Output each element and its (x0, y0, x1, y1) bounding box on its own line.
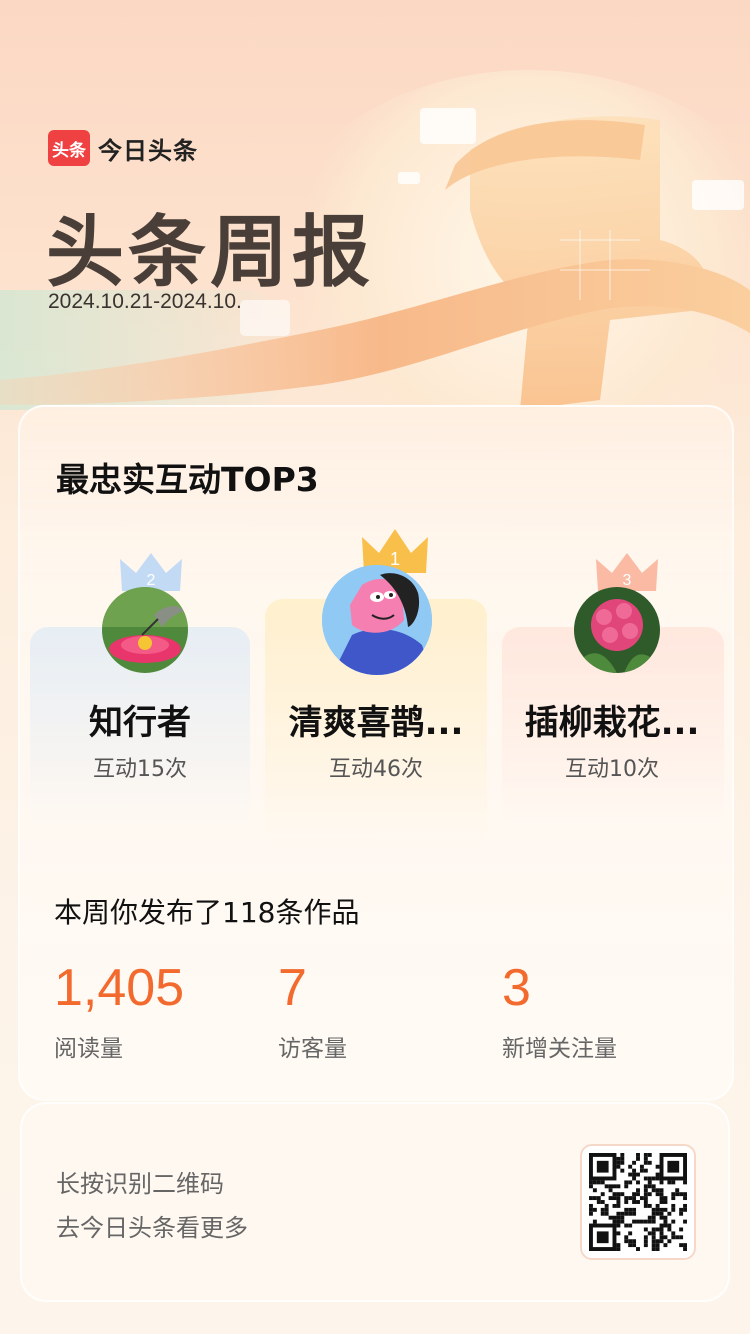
weekly-report-page: 头条 今日头条 头条周报 2024.10.21-2024.10. 最忠实互动TO… (0, 0, 750, 1334)
weekly-summary: 本周你发布了118条作品 (54, 896, 360, 929)
rank-1-name[interactable]: 清爽喜鹊... (256, 695, 496, 744)
svg-text:3: 3 (623, 572, 632, 589)
rank-2-count: 互动15次 (93, 757, 187, 782)
top3-title: 最忠实互动TOP3 (56, 460, 319, 499)
stat-new-followers-value: 3 (502, 959, 531, 1017)
hummingbird-flower-avatar-icon (102, 587, 188, 673)
stat-reads-value: 1,405 (54, 959, 185, 1017)
avatar-rank-2[interactable] (102, 587, 188, 673)
summary-card: 最忠实互动TOP3 2 知行者 互动15次 1 清爽喜鹊... 互动46次 3 … (18, 405, 734, 1101)
qr-hint-line1: 长按识别二维码 (56, 1170, 224, 1198)
hydrangea-avatar-icon (574, 587, 660, 673)
qr-hint-line2: 去今日头条看更多 (56, 1214, 248, 1242)
stat-new-followers: 3 新增关注量 (502, 957, 617, 1063)
rank-1-count: 互动46次 (329, 757, 423, 782)
avatar-rank-3[interactable] (574, 587, 660, 673)
rank-3-count: 互动10次 (565, 757, 659, 782)
rank-3-name[interactable]: 插柳栽花... (492, 695, 732, 744)
stat-visitors-label: 访客量 (278, 1036, 347, 1062)
avatar-rank-1[interactable] (322, 565, 432, 675)
cartoon-dog-avatar-icon (322, 565, 432, 675)
page-title: 头条周报 (46, 208, 375, 298)
logo-text: 今日头条 (98, 136, 198, 165)
rank-2-name[interactable]: 知行者 (20, 695, 260, 744)
qr-code[interactable] (580, 1144, 696, 1260)
logo-badge: 头条 (48, 130, 90, 166)
stat-reads-label: 阅读量 (54, 1036, 123, 1062)
stat-reads: 1,405 阅读量 (54, 957, 184, 1063)
date-range: 2024.10.21-2024.10. (48, 290, 242, 313)
stat-visitors: 7 访客量 (278, 957, 347, 1063)
stat-new-followers-label: 新增关注量 (502, 1036, 617, 1062)
app-logo: 头条 今日头条 (48, 130, 198, 166)
stat-visitors-value: 7 (278, 959, 307, 1017)
qr-code-icon (589, 1153, 687, 1251)
qr-card: 长按识别二维码 去今日头条看更多 (20, 1102, 730, 1302)
